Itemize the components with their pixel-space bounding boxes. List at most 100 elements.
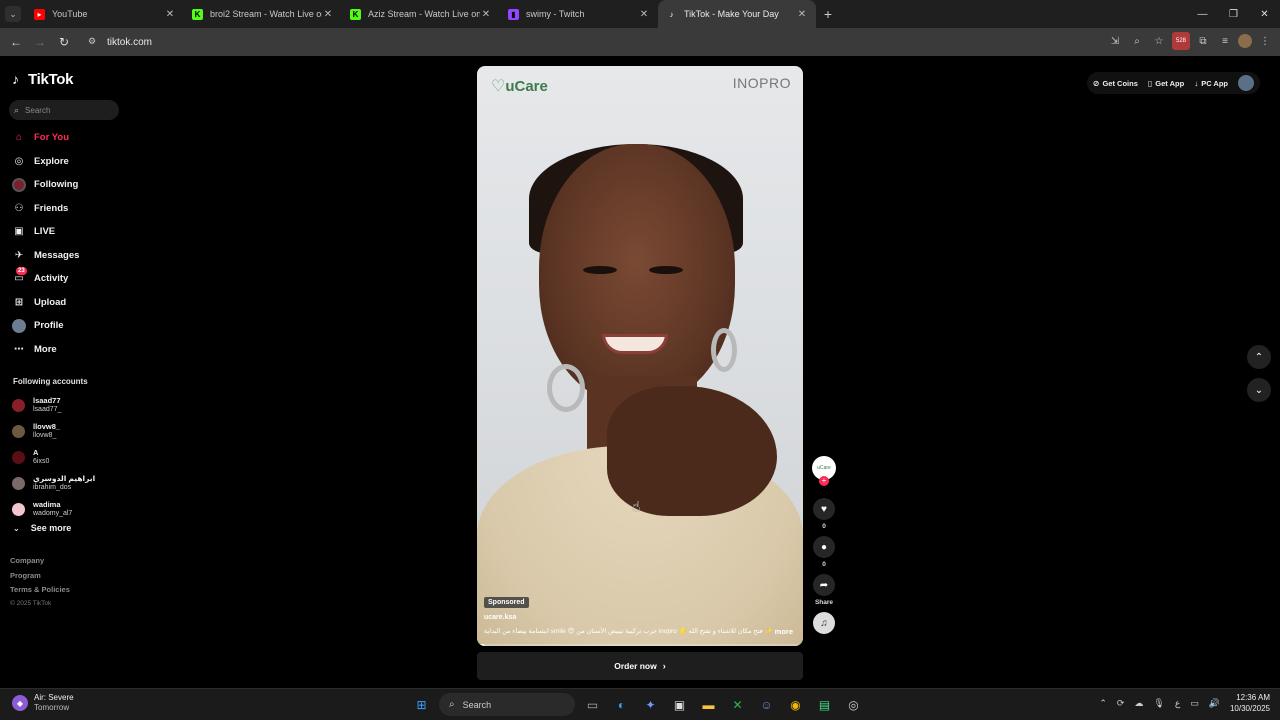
profile-avatar[interactable] <box>1238 34 1252 48</box>
close-tab-icon[interactable]: ✕ <box>164 9 176 20</box>
file-explorer-icon[interactable]: ▬ <box>697 693 720 716</box>
nav-item-more[interactable]: ⋯ More <box>12 338 79 362</box>
footer-links: Company Program Terms & Policies © 2025 Tik… <box>10 556 70 614</box>
following-account[interactable]: llovw8_ llovw8_ <box>12 418 95 444</box>
network-icon[interactable]: ▭ <box>1190 698 1199 709</box>
header-link-get-coins[interactable]: ⊘ Get Coins <box>1093 79 1138 88</box>
next-video-button[interactable]: ⌄ <box>1247 378 1271 402</box>
following-accounts-title: Following accounts <box>13 377 88 386</box>
site-info-icon[interactable]: ⚙ <box>88 36 100 48</box>
brand-avatar-action[interactable]: uCare + <box>810 456 838 494</box>
search-input[interactable] <box>25 105 106 115</box>
comment-icon[interactable]: ● <box>813 536 835 558</box>
extensions-puzzle-icon[interactable]: ⧉ <box>1194 32 1212 50</box>
edge-icon[interactable]: ◐ <box>610 693 633 716</box>
footer-link[interactable]: Company <box>10 556 70 571</box>
new-tab-button[interactable]: + <box>816 6 840 22</box>
nav-item-friends[interactable]: ⚇ Friends <box>12 197 79 221</box>
close-tab-icon[interactable]: ✕ <box>796 9 808 20</box>
following-account[interactable]: A 6ixs0 <box>12 444 95 470</box>
share-arrow-icon[interactable]: ➦ <box>813 574 835 596</box>
android-app-icon[interactable]: ▤ <box>813 693 836 716</box>
following-account[interactable]: lsaad77 lsaad77_ <box>12 392 95 418</box>
following-account[interactable]: ابراهيم الدوسري ibrahim_dos <box>12 470 95 496</box>
order-now-button[interactable]: Order now › <box>477 652 803 680</box>
chevron-up-icon[interactable]: ⌃ <box>1099 698 1107 709</box>
footer-link[interactable]: Terms & Policies <box>10 585 70 600</box>
address-bar[interactable]: ⚙ tiktok.com <box>80 31 1180 53</box>
windows-start-icon[interactable]: ⊞ <box>410 693 433 716</box>
minimize-icon[interactable]: — <box>1187 0 1218 28</box>
browser-tab[interactable]: Kbroi2 Stream - Watch Live on K✕ <box>184 0 342 28</box>
nav-item-activity[interactable]: ▭ 23 Activity <box>12 266 79 291</box>
music-disc-icon[interactable]: ♫ <box>813 612 835 634</box>
nav-item-upload[interactable]: ⊞ Upload <box>12 291 79 315</box>
bookmark-star-icon[interactable]: ☆ <box>1150 32 1168 50</box>
nav-item-profile[interactable]: Profile <box>12 314 79 338</box>
steam-icon[interactable]: ◎ <box>842 693 865 716</box>
copilot-icon[interactable]: ✦ <box>639 693 662 716</box>
chrome-icon[interactable]: ◉ <box>784 693 807 716</box>
zoom-icon[interactable]: ⌕ <box>1128 32 1146 50</box>
close-tab-icon[interactable]: ✕ <box>322 9 334 20</box>
language-icon[interactable]: ع <box>1175 698 1180 709</box>
sync-icon[interactable]: ⟳ <box>1117 698 1125 709</box>
copyright: © 2025 TikTok <box>10 599 52 607</box>
coin-icon: ⊘ <box>1092 78 1100 88</box>
close-tab-icon[interactable]: ✕ <box>480 9 492 20</box>
video-progress-bar[interactable] <box>477 644 803 646</box>
nav-item-for-you[interactable]: ⌂ For You <box>12 126 79 150</box>
media-controls-icon[interactable]: ≡ <box>1216 32 1234 50</box>
following-account[interactable]: wadima wadomy_al7 <box>12 496 95 522</box>
back-icon[interactable]: ← <box>4 30 28 54</box>
search-icon: ⌕ <box>14 104 20 115</box>
comment-action[interactable]: ● 0 <box>810 536 838 570</box>
see-more-button[interactable]: ⌄ See more <box>13 523 71 533</box>
browser-tab[interactable]: ♪ TikTok - Make Your Day ✕ <box>658 0 816 28</box>
install-app-icon[interactable]: ⇲ <box>1106 32 1124 50</box>
caption-more-link[interactable]: more <box>775 627 793 636</box>
forward-icon[interactable]: → <box>28 30 52 54</box>
tab-search-button[interactable]: ⌄ <box>0 0 26 28</box>
browser-tab[interactable]: ▸ YouTube ✕ <box>26 0 184 28</box>
menu-kebab-icon[interactable]: ⋮ <box>1256 32 1274 50</box>
browser-tab[interactable]: K Aziz Stream - Watch Live on Ki ✕ <box>342 0 500 28</box>
nav-item-live[interactable]: ▣ LIVE <box>12 220 79 244</box>
discord-icon[interactable]: ☺ <box>755 693 778 716</box>
search-box[interactable]: ⌕ <box>9 100 119 120</box>
footer-link[interactable]: Program <box>10 571 70 586</box>
previous-video-button[interactable]: ⌃ <box>1247 345 1271 369</box>
taskbar-search[interactable]: ⌕ Search <box>439 693 575 716</box>
close-window-icon[interactable]: ✕ <box>1249 0 1280 28</box>
tiktok-logo[interactable]: ♪ TikTok <box>12 71 73 88</box>
task-view-icon[interactable]: ▭ <box>581 693 604 716</box>
microphone-icon[interactable]: 🎙 <box>1153 698 1164 709</box>
clock[interactable]: 12:36 AM 10/30/2025 <box>1230 692 1270 714</box>
music-disc-action[interactable]: ♫ <box>810 612 838 634</box>
brand-avatar[interactable]: uCare + <box>812 456 836 486</box>
volume-icon[interactable]: 🔊 <box>1209 698 1220 709</box>
kick-icon: K <box>350 8 361 20</box>
heart-icon[interactable]: ♥ <box>813 498 835 520</box>
nav-item-explore[interactable]: ◎ Explore <box>12 150 79 174</box>
nav-item-following[interactable]: Following <box>12 173 79 197</box>
like-action[interactable]: ♥ 0 <box>810 498 838 532</box>
follow-plus-icon[interactable]: + <box>819 476 829 486</box>
weather-widget[interactable]: ◆ Air: Severe Tomorrow <box>12 693 74 713</box>
reload-icon[interactable]: ↻ <box>52 30 76 54</box>
share-action[interactable]: ➦ Share <box>810 574 838 608</box>
nav-item-messages[interactable]: ✈ Messages <box>12 244 80 268</box>
store-icon[interactable]: ▣ <box>668 693 691 716</box>
restore-icon[interactable]: ❐ <box>1218 0 1249 28</box>
close-tab-icon[interactable]: ✕ <box>638 9 650 20</box>
xbox-icon[interactable]: ✕ <box>726 693 749 716</box>
header-link-pc-app[interactable]: ↓ PC App <box>1194 79 1228 88</box>
user-avatar[interactable] <box>1238 75 1254 91</box>
extension-badge[interactable]: 528 <box>1172 32 1190 50</box>
browser-tab[interactable]: ▮ swimy - Twitch ✕ <box>500 0 658 28</box>
video-player[interactable]: ♡uCare INOPRO Sponsored ucare.ksa ✨ فتح … <box>477 66 803 646</box>
account-handle: 6ixs0 <box>33 458 50 465</box>
video-author[interactable]: ucare.ksa <box>484 614 516 621</box>
header-link-get-app[interactable]: ▯ Get App <box>1148 79 1184 88</box>
cloud-icon[interactable]: ☁ <box>1134 698 1143 709</box>
